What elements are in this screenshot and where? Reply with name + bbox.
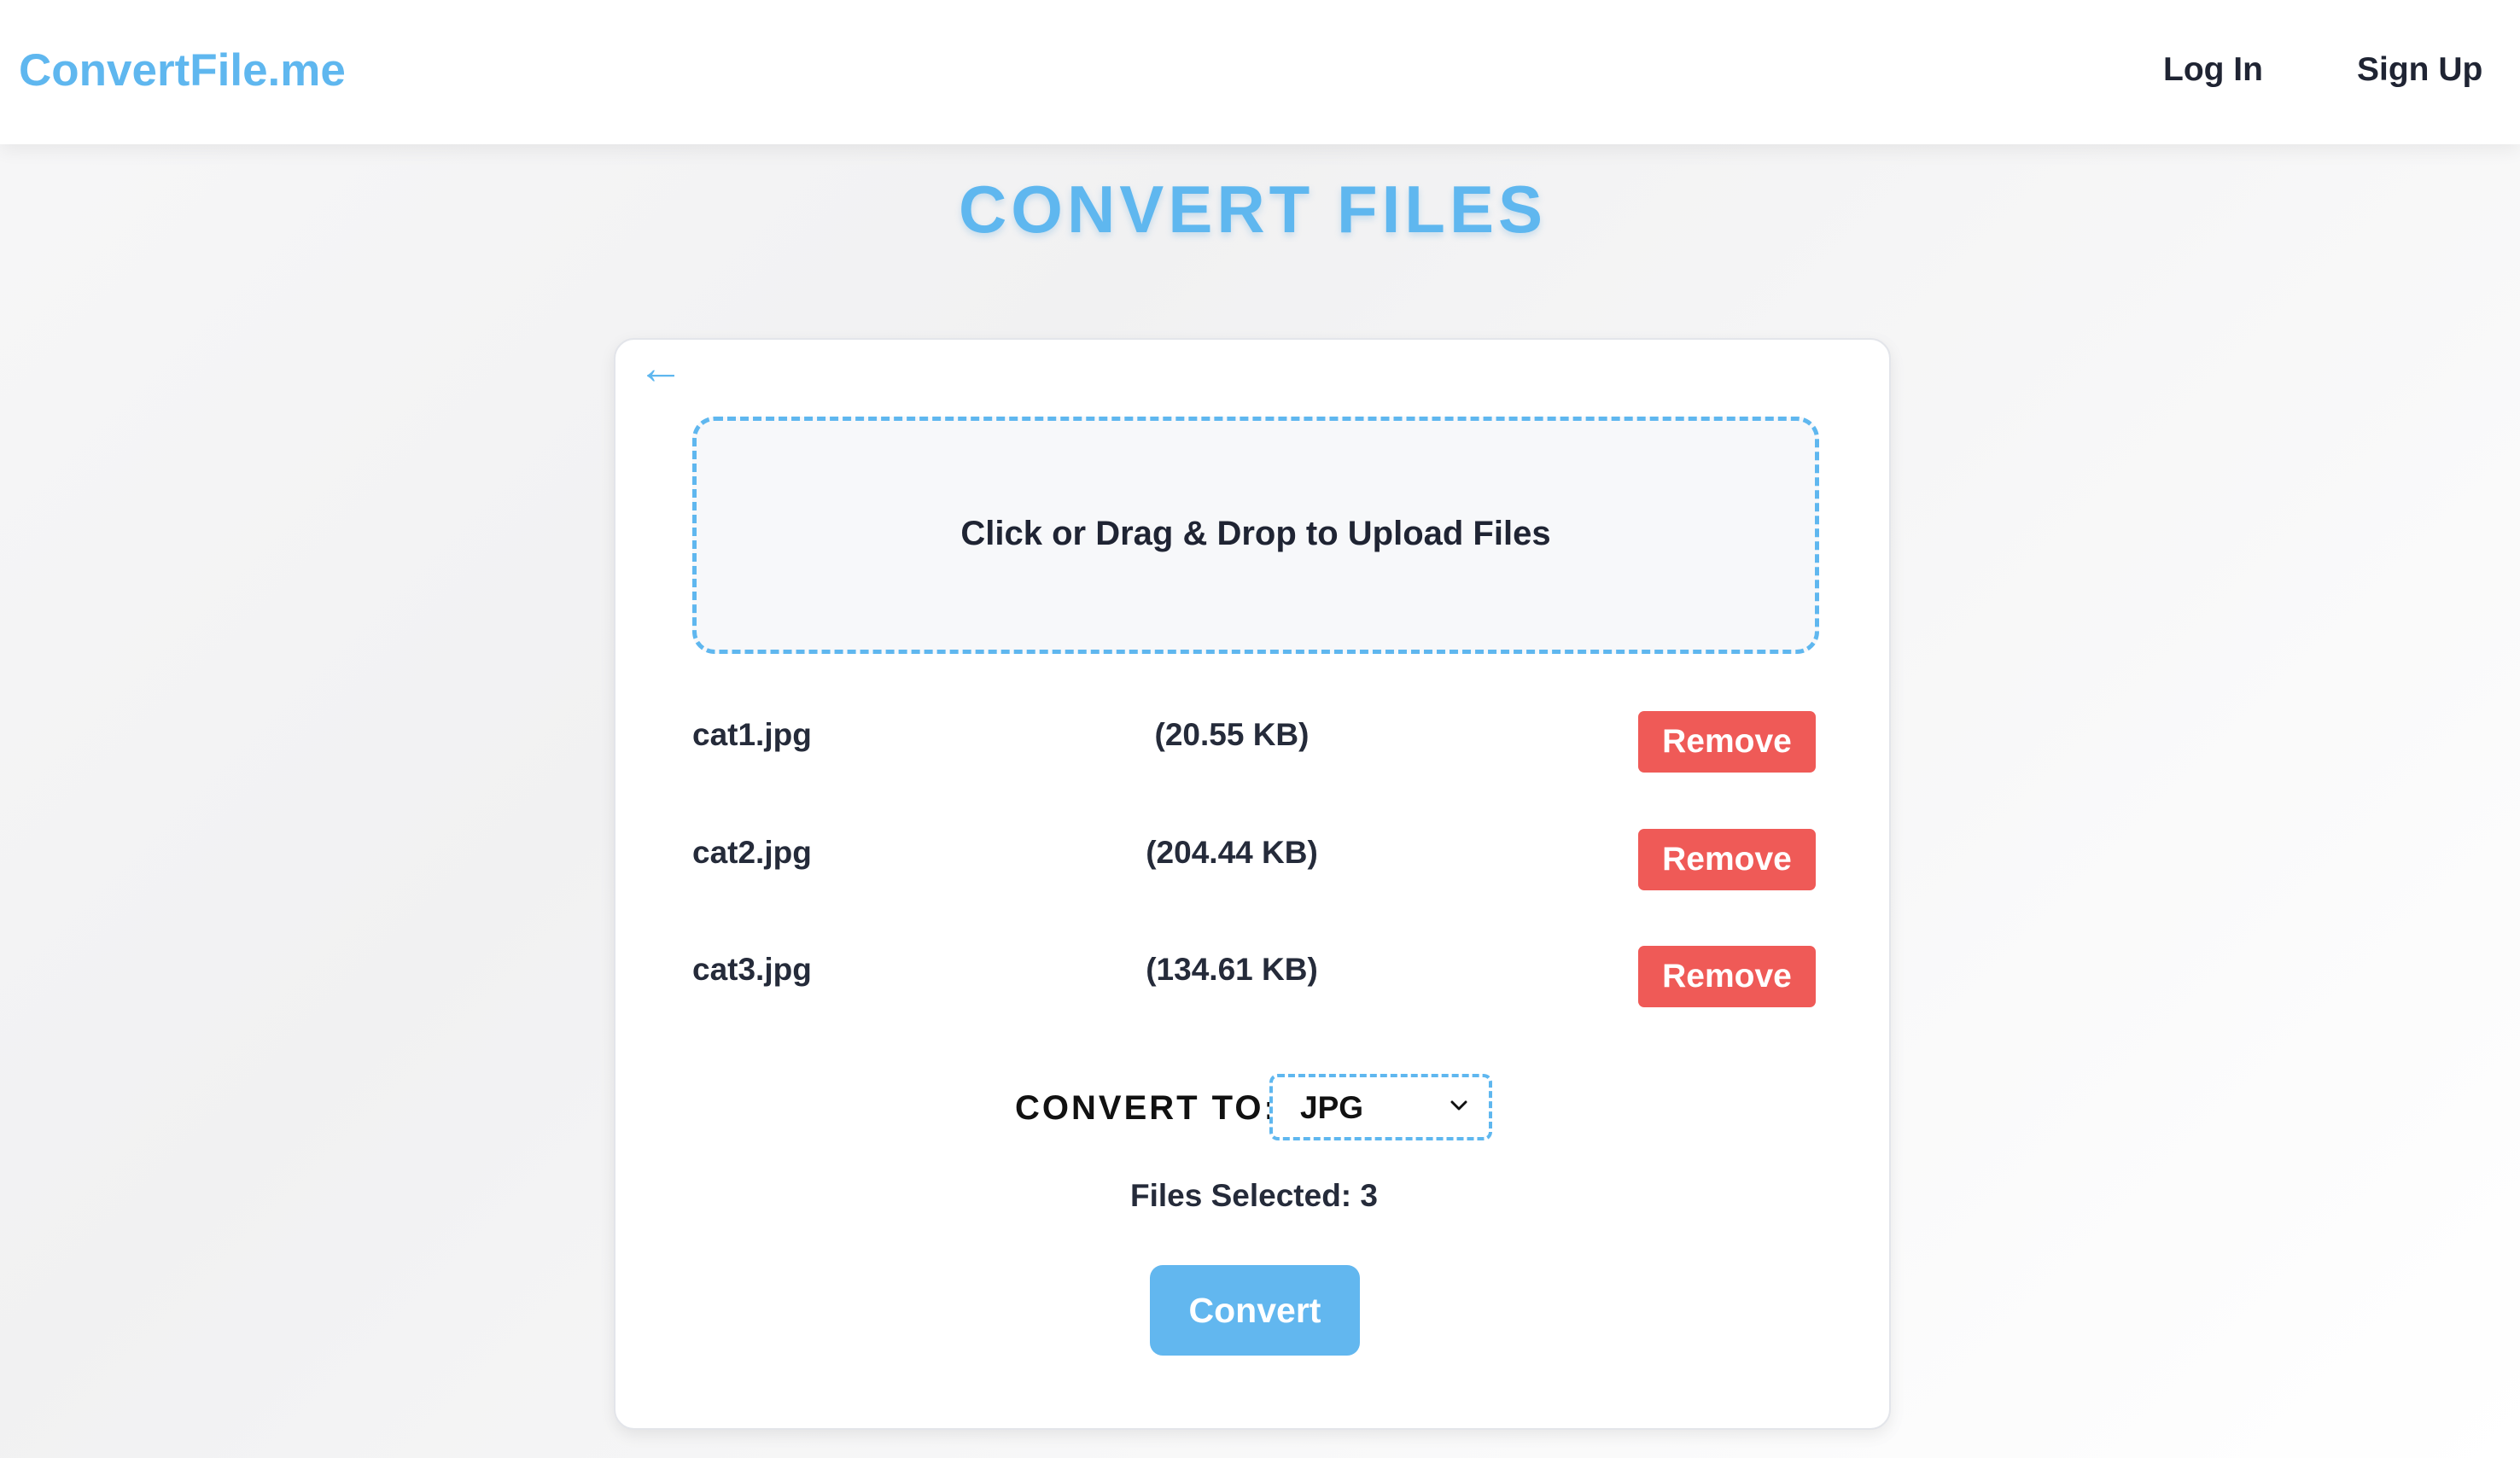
file-list-item: cat2.jpg (204.44 KB) Remove [692,827,1819,895]
output-format-select[interactable]: JPG [1269,1074,1492,1140]
signup-link[interactable]: Sign Up [2357,46,2482,94]
files-selected-count: Files Selected: 3 [1130,1178,1378,1213]
convert-to-label: CONVERT TO: [1015,1089,1278,1127]
file-upload-dropzone[interactable]: Click or Drag & Drop to Upload Files [692,417,1819,654]
brand-logo-link[interactable]: ConvertFile.me [19,40,346,102]
file-name: cat2.jpg [692,835,812,870]
convert-files-card: ← Click or Drag & Drop to Upload Files c… [614,338,1891,1430]
page-title: CONVERT FILES [958,172,1548,247]
selected-format: JPG [1300,1090,1364,1125]
file-name: cat1.jpg [692,717,812,752]
file-size: (134.61 KB) [1146,952,1318,987]
login-link[interactable]: Log In [2163,46,2263,94]
convert-button[interactable]: Convert [1150,1265,1360,1356]
top-navigation-bar: ConvertFile.me Log In Sign Up [0,0,2520,144]
remove-file-button[interactable]: Remove [1638,946,1816,1007]
file-list-item: cat3.jpg (134.61 KB) Remove [692,944,1819,1012]
file-name: cat3.jpg [692,952,812,987]
remove-file-button[interactable]: Remove [1638,711,1816,773]
chevron-down-icon [1450,1100,1467,1111]
remove-file-button[interactable]: Remove [1638,829,1816,890]
back-arrow-icon[interactable]: ← [637,344,685,392]
file-size: (204.44 KB) [1146,835,1318,870]
file-size: (20.55 KB) [1154,717,1310,752]
file-list-item: cat1.jpg (20.55 KB) Remove [692,709,1819,778]
upload-instructions: Click or Drag & Drop to Upload Files [960,515,1551,552]
